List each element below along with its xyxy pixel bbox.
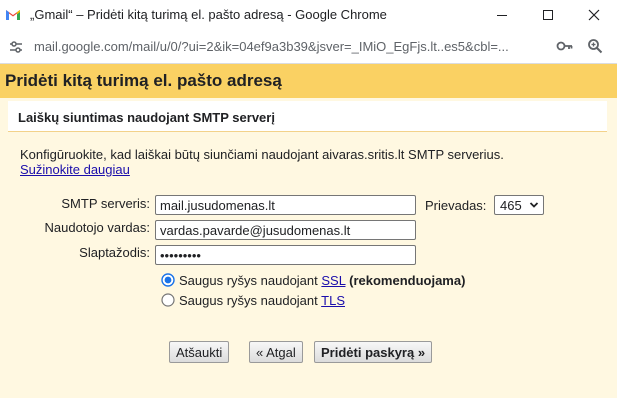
description-text: Konfigūruokite, kad laiškai būtų siunčia…: [20, 147, 504, 162]
zoom-icon[interactable]: [587, 38, 603, 54]
password-label: Slaptažodis:: [79, 245, 150, 260]
tls-radio[interactable]: [161, 293, 175, 307]
maximize-button[interactable]: [525, 0, 571, 30]
url-text[interactable]: mail.google.com/mail/u/0/?ui=2&ik=04ef9a…: [34, 39, 549, 54]
key-icon[interactable]: [556, 38, 574, 54]
gmail-icon: [6, 10, 20, 20]
close-button[interactable]: [571, 0, 617, 30]
site-settings-icon[interactable]: [8, 39, 24, 55]
dialog-header: Pridėti kitą turimą el. pašto adresą: [0, 64, 617, 98]
username-input[interactable]: [155, 220, 416, 240]
ssl-radio[interactable]: [161, 273, 175, 287]
learn-more-link[interactable]: Sužinokite daugiau: [20, 162, 130, 177]
window-title: „Gmail“ – Pridėti kitą turimą el. pašto …: [30, 7, 387, 22]
ssl-recommended-text: (rekomenduojama): [349, 273, 466, 288]
tls-option-label: Saugus ryšys naudojant TLS: [179, 293, 345, 308]
chevron-down-icon: [529, 202, 539, 208]
port-value: 465: [500, 198, 522, 213]
ssl-option-label: Saugus ryšys naudojant SSL (rekomenduoja…: [179, 273, 465, 288]
dialog-title: Pridėti kitą turimą el. pašto adresą: [5, 71, 282, 90]
window-titlebar: „Gmail“ – Pridėti kitą turimą el. pašto …: [0, 0, 617, 30]
dialog-content: Laiškų siuntimas naudojant SMTP serverį …: [0, 98, 617, 398]
maximize-icon: [543, 10, 553, 20]
minimize-button[interactable]: [479, 0, 525, 30]
tls-option-text: Saugus ryšys naudojant: [179, 293, 318, 308]
password-input[interactable]: [155, 245, 416, 265]
minimize-icon: [497, 15, 507, 16]
ssl-link[interactable]: SSL: [321, 273, 345, 288]
tls-link[interactable]: TLS: [321, 293, 345, 308]
back-button[interactable]: « Atgal: [249, 341, 303, 363]
username-label: Naudotojo vardas:: [44, 220, 150, 235]
section-title: Laiškų siuntimas naudojant SMTP serverį: [18, 110, 275, 125]
section-header: Laiškų siuntimas naudojant SMTP serverį: [8, 101, 607, 132]
smtp-server-input[interactable]: [155, 195, 416, 215]
add-account-button[interactable]: Pridėti paskyrą »: [314, 341, 433, 363]
close-icon: [588, 9, 600, 21]
ssl-option-text: Saugus ryšys naudojant: [179, 273, 318, 288]
port-label: Prievadas:: [425, 198, 487, 213]
address-bar[interactable]: mail.google.com/mail/u/0/?ui=2&ik=04ef9a…: [0, 30, 617, 64]
smtp-server-label: SMTP serveris:: [61, 196, 150, 211]
port-select[interactable]: 465: [494, 195, 544, 215]
cancel-button[interactable]: Atšaukti: [169, 341, 230, 363]
